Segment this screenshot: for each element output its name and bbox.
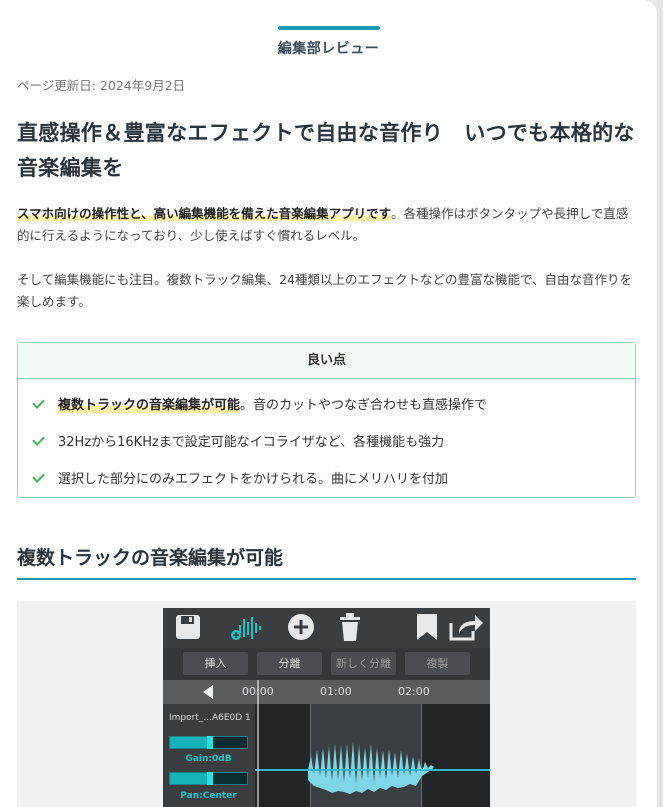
good-point-text: 32Hzから16KHzまで設定可能なイコライザなど、各種機能も強力 <box>58 435 445 450</box>
intro-highlight: スマホ向けの操作性と、高い編集機能を備えた音楽編集アプリです <box>17 206 392 221</box>
article-title: 直感操作＆豊富なエフェクトで自由な音作り いつでも本格的な音楽編集を <box>17 121 635 180</box>
waveform <box>308 742 434 794</box>
pan-slider[interactable] <box>169 772 248 785</box>
intro-paragraph: スマホ向けの操作性と、高い編集機能を備えた音楽編集アプリです。各種操作はボタンタ… <box>17 203 637 247</box>
good-points-box: 良い点 複数トラックの音楽編集が可能 。音のカットやつなぎ合わせも直感操作で 32… <box>17 342 636 498</box>
app-toolbar <box>163 608 490 648</box>
list-item: 選択した部分にのみエフェクトをかけられる。曲にメリハリを付加 <box>32 459 635 496</box>
timeline-ruler[interactable]: 00:00 01:00 02:00 <box>163 680 490 704</box>
track-baseline <box>255 769 490 771</box>
app-action-row: 挿入 分離 新しく分離 複製 <box>163 648 490 680</box>
list-item: 32Hzから16KHzまで設定可能なイコライザなど、各種機能も強力 <box>32 422 635 459</box>
good-points-header: 良い点 <box>18 343 635 379</box>
gain-label: Gain:0dB <box>185 754 232 764</box>
save-icon[interactable] <box>173 612 203 642</box>
gain-slider[interactable] <box>169 736 248 749</box>
add-circle-icon[interactable] <box>286 612 316 642</box>
check-icon <box>32 396 48 412</box>
good-point-highlight: 複数トラックの音楽編集が可能 <box>58 394 241 413</box>
gain-slider-knob[interactable] <box>207 736 213 749</box>
good-points-list: 複数トラックの音楽編集が可能 。音のカットやつなぎ合わせも直感操作で 32Hzから… <box>18 379 635 496</box>
bookmark-icon[interactable] <box>413 612 441 642</box>
pan-label: Pan:Center <box>180 791 237 801</box>
pan-slider-knob[interactable] <box>207 772 213 785</box>
time-tick: 01:00 <box>320 685 352 698</box>
duplicate-button[interactable]: 複製 <box>405 652 470 675</box>
collapse-arrow-icon[interactable] <box>203 685 213 699</box>
list-item: 複数トラックの音楽編集が可能 。音のカットやつなぎ合わせも直感操作で <box>32 385 635 422</box>
track-control-panel: Import_...A6E0D 1 Gain:0dB Pan:Center <box>163 704 255 807</box>
waveform-add-icon[interactable] <box>230 613 264 643</box>
new-split-button[interactable]: 新しく分離 <box>331 652 396 675</box>
time-tick: 02:00 <box>398 685 430 698</box>
good-point-text: 選択した部分にのみエフェクトをかけられる。曲にメリハリを付加 <box>58 472 449 487</box>
track-name: Import_...A6E0D 1 <box>169 713 251 723</box>
update-date: ページ更新日: 2024年9月2日 <box>17 78 186 93</box>
split-button[interactable]: 分離 <box>257 652 322 675</box>
review-header-bar <box>277 26 380 30</box>
good-point-text: 。音のカットやつなぎ合わせも直感操作で <box>240 398 488 413</box>
pan-slider-fill <box>170 773 207 784</box>
article-card: 編集部レビュー ページ更新日: 2024年9月2日 直感操作＆豊富なエフェクトで… <box>0 0 657 807</box>
review-header: 編集部レビュー <box>0 26 657 58</box>
gain-slider-fill <box>170 737 207 748</box>
app-screenshot: 挿入 分離 新しく分離 複製 00:00 01:00 02:00 Import_… <box>163 608 490 807</box>
scrollbar[interactable] <box>657 0 663 807</box>
check-icon <box>32 470 48 486</box>
insert-button[interactable]: 挿入 <box>183 652 248 675</box>
playhead[interactable] <box>257 680 259 807</box>
waveform-area[interactable] <box>255 704 490 807</box>
review-label: 編集部レビュー <box>277 41 380 57</box>
check-icon <box>32 433 48 449</box>
feature-paragraph: そして編集機能にも注目。複数トラック編集、24種類以上のエフェクトなどの豊富な機… <box>17 272 633 309</box>
trash-icon[interactable] <box>336 611 364 643</box>
section-heading: 複数トラックの音楽編集が可能 <box>17 543 636 580</box>
share-icon[interactable] <box>447 611 483 643</box>
